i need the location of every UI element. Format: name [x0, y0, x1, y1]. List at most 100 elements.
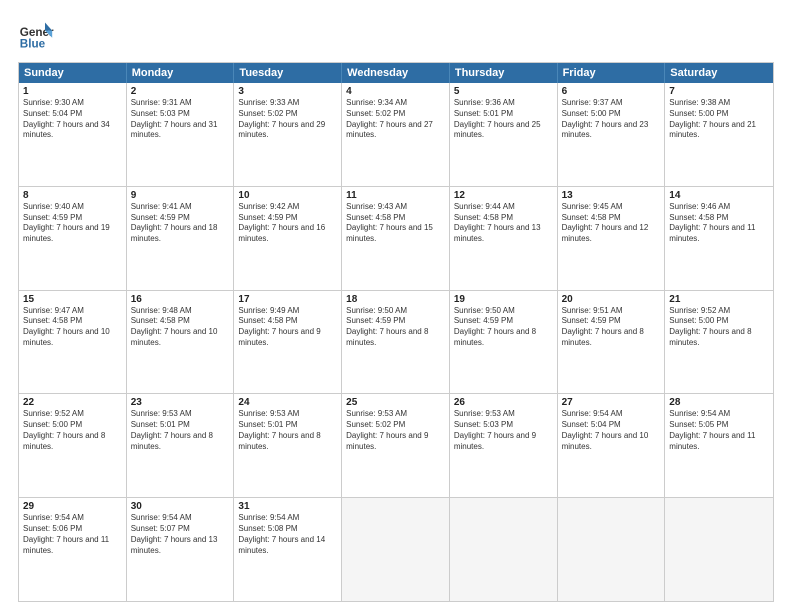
day-cell-16: 16 Sunrise: 9:48 AMSunset: 4:58 PMDaylig…	[127, 291, 235, 394]
header-day-thursday: Thursday	[450, 63, 558, 83]
day-info: Sunrise: 9:30 AMSunset: 5:04 PMDaylight:…	[23, 98, 122, 141]
calendar-row-2: 8 Sunrise: 9:40 AMSunset: 4:59 PMDayligh…	[19, 187, 773, 291]
empty-cell	[665, 498, 773, 601]
day-number: 23	[131, 397, 230, 408]
day-cell-22: 22 Sunrise: 9:52 AMSunset: 5:00 PMDaylig…	[19, 394, 127, 497]
day-info: Sunrise: 9:54 AMSunset: 5:08 PMDaylight:…	[238, 513, 337, 556]
day-info: Sunrise: 9:41 AMSunset: 4:59 PMDaylight:…	[131, 202, 230, 245]
day-cell-26: 26 Sunrise: 9:53 AMSunset: 5:03 PMDaylig…	[450, 394, 558, 497]
day-info: Sunrise: 9:34 AMSunset: 5:02 PMDaylight:…	[346, 98, 445, 141]
day-number: 29	[23, 501, 122, 512]
day-number: 1	[23, 86, 122, 97]
logo-icon: General Blue	[18, 18, 54, 54]
header-day-friday: Friday	[558, 63, 666, 83]
day-number: 16	[131, 294, 230, 305]
day-cell-1: 1 Sunrise: 9:30 AMSunset: 5:04 PMDayligh…	[19, 83, 127, 186]
calendar-row-3: 15 Sunrise: 9:47 AMSunset: 4:58 PMDaylig…	[19, 291, 773, 395]
day-cell-31: 31 Sunrise: 9:54 AMSunset: 5:08 PMDaylig…	[234, 498, 342, 601]
day-cell-21: 21 Sunrise: 9:52 AMSunset: 5:00 PMDaylig…	[665, 291, 773, 394]
day-info: Sunrise: 9:33 AMSunset: 5:02 PMDaylight:…	[238, 98, 337, 141]
day-info: Sunrise: 9:36 AMSunset: 5:01 PMDaylight:…	[454, 98, 553, 141]
day-info: Sunrise: 9:49 AMSunset: 4:58 PMDaylight:…	[238, 306, 337, 349]
day-number: 12	[454, 190, 553, 201]
day-info: Sunrise: 9:38 AMSunset: 5:00 PMDaylight:…	[669, 98, 769, 141]
day-info: Sunrise: 9:50 AMSunset: 4:59 PMDaylight:…	[346, 306, 445, 349]
calendar-row-1: 1 Sunrise: 9:30 AMSunset: 5:04 PMDayligh…	[19, 83, 773, 187]
day-cell-24: 24 Sunrise: 9:53 AMSunset: 5:01 PMDaylig…	[234, 394, 342, 497]
day-number: 6	[562, 86, 661, 97]
page: General Blue SundayMondayTuesdayWednesda…	[0, 0, 792, 612]
day-cell-2: 2 Sunrise: 9:31 AMSunset: 5:03 PMDayligh…	[127, 83, 235, 186]
day-number: 14	[669, 190, 769, 201]
day-info: Sunrise: 9:42 AMSunset: 4:59 PMDaylight:…	[238, 202, 337, 245]
day-info: Sunrise: 9:52 AMSunset: 5:00 PMDaylight:…	[669, 306, 769, 349]
day-number: 19	[454, 294, 553, 305]
day-number: 10	[238, 190, 337, 201]
day-info: Sunrise: 9:51 AMSunset: 4:59 PMDaylight:…	[562, 306, 661, 349]
header-day-monday: Monday	[127, 63, 235, 83]
day-info: Sunrise: 9:44 AMSunset: 4:58 PMDaylight:…	[454, 202, 553, 245]
day-number: 21	[669, 294, 769, 305]
day-number: 3	[238, 86, 337, 97]
svg-text:Blue: Blue	[20, 38, 46, 51]
day-number: 4	[346, 86, 445, 97]
day-cell-28: 28 Sunrise: 9:54 AMSunset: 5:05 PMDaylig…	[665, 394, 773, 497]
day-number: 5	[454, 86, 553, 97]
day-cell-3: 3 Sunrise: 9:33 AMSunset: 5:02 PMDayligh…	[234, 83, 342, 186]
day-info: Sunrise: 9:54 AMSunset: 5:05 PMDaylight:…	[669, 409, 769, 452]
day-info: Sunrise: 9:43 AMSunset: 4:58 PMDaylight:…	[346, 202, 445, 245]
day-number: 2	[131, 86, 230, 97]
day-info: Sunrise: 9:50 AMSunset: 4:59 PMDaylight:…	[454, 306, 553, 349]
day-number: 7	[669, 86, 769, 97]
day-cell-11: 11 Sunrise: 9:43 AMSunset: 4:58 PMDaylig…	[342, 187, 450, 290]
header-day-sunday: Sunday	[19, 63, 127, 83]
day-cell-29: 29 Sunrise: 9:54 AMSunset: 5:06 PMDaylig…	[19, 498, 127, 601]
day-number: 27	[562, 397, 661, 408]
day-cell-4: 4 Sunrise: 9:34 AMSunset: 5:02 PMDayligh…	[342, 83, 450, 186]
day-cell-17: 17 Sunrise: 9:49 AMSunset: 4:58 PMDaylig…	[234, 291, 342, 394]
header: General Blue	[18, 18, 774, 54]
calendar-row-5: 29 Sunrise: 9:54 AMSunset: 5:06 PMDaylig…	[19, 498, 773, 601]
day-info: Sunrise: 9:48 AMSunset: 4:58 PMDaylight:…	[131, 306, 230, 349]
day-number: 25	[346, 397, 445, 408]
day-cell-18: 18 Sunrise: 9:50 AMSunset: 4:59 PMDaylig…	[342, 291, 450, 394]
day-cell-12: 12 Sunrise: 9:44 AMSunset: 4:58 PMDaylig…	[450, 187, 558, 290]
day-number: 22	[23, 397, 122, 408]
day-number: 24	[238, 397, 337, 408]
day-info: Sunrise: 9:53 AMSunset: 5:03 PMDaylight:…	[454, 409, 553, 452]
day-cell-15: 15 Sunrise: 9:47 AMSunset: 4:58 PMDaylig…	[19, 291, 127, 394]
day-info: Sunrise: 9:54 AMSunset: 5:07 PMDaylight:…	[131, 513, 230, 556]
calendar: SundayMondayTuesdayWednesdayThursdayFrid…	[18, 62, 774, 602]
day-info: Sunrise: 9:47 AMSunset: 4:58 PMDaylight:…	[23, 306, 122, 349]
day-number: 11	[346, 190, 445, 201]
day-number: 28	[669, 397, 769, 408]
day-number: 31	[238, 501, 337, 512]
day-cell-30: 30 Sunrise: 9:54 AMSunset: 5:07 PMDaylig…	[127, 498, 235, 601]
header-day-wednesday: Wednesday	[342, 63, 450, 83]
day-number: 13	[562, 190, 661, 201]
day-number: 15	[23, 294, 122, 305]
day-cell-7: 7 Sunrise: 9:38 AMSunset: 5:00 PMDayligh…	[665, 83, 773, 186]
day-number: 17	[238, 294, 337, 305]
day-info: Sunrise: 9:31 AMSunset: 5:03 PMDaylight:…	[131, 98, 230, 141]
header-day-saturday: Saturday	[665, 63, 773, 83]
day-cell-13: 13 Sunrise: 9:45 AMSunset: 4:58 PMDaylig…	[558, 187, 666, 290]
empty-cell	[558, 498, 666, 601]
day-cell-20: 20 Sunrise: 9:51 AMSunset: 4:59 PMDaylig…	[558, 291, 666, 394]
day-number: 8	[23, 190, 122, 201]
day-cell-14: 14 Sunrise: 9:46 AMSunset: 4:58 PMDaylig…	[665, 187, 773, 290]
day-info: Sunrise: 9:54 AMSunset: 5:04 PMDaylight:…	[562, 409, 661, 452]
day-cell-27: 27 Sunrise: 9:54 AMSunset: 5:04 PMDaylig…	[558, 394, 666, 497]
day-cell-8: 8 Sunrise: 9:40 AMSunset: 4:59 PMDayligh…	[19, 187, 127, 290]
day-info: Sunrise: 9:53 AMSunset: 5:01 PMDaylight:…	[131, 409, 230, 452]
day-cell-10: 10 Sunrise: 9:42 AMSunset: 4:59 PMDaylig…	[234, 187, 342, 290]
day-cell-19: 19 Sunrise: 9:50 AMSunset: 4:59 PMDaylig…	[450, 291, 558, 394]
day-number: 9	[131, 190, 230, 201]
header-day-tuesday: Tuesday	[234, 63, 342, 83]
day-info: Sunrise: 9:54 AMSunset: 5:06 PMDaylight:…	[23, 513, 122, 556]
day-info: Sunrise: 9:46 AMSunset: 4:58 PMDaylight:…	[669, 202, 769, 245]
day-info: Sunrise: 9:37 AMSunset: 5:00 PMDaylight:…	[562, 98, 661, 141]
day-info: Sunrise: 9:53 AMSunset: 5:01 PMDaylight:…	[238, 409, 337, 452]
day-info: Sunrise: 9:40 AMSunset: 4:59 PMDaylight:…	[23, 202, 122, 245]
day-info: Sunrise: 9:52 AMSunset: 5:00 PMDaylight:…	[23, 409, 122, 452]
